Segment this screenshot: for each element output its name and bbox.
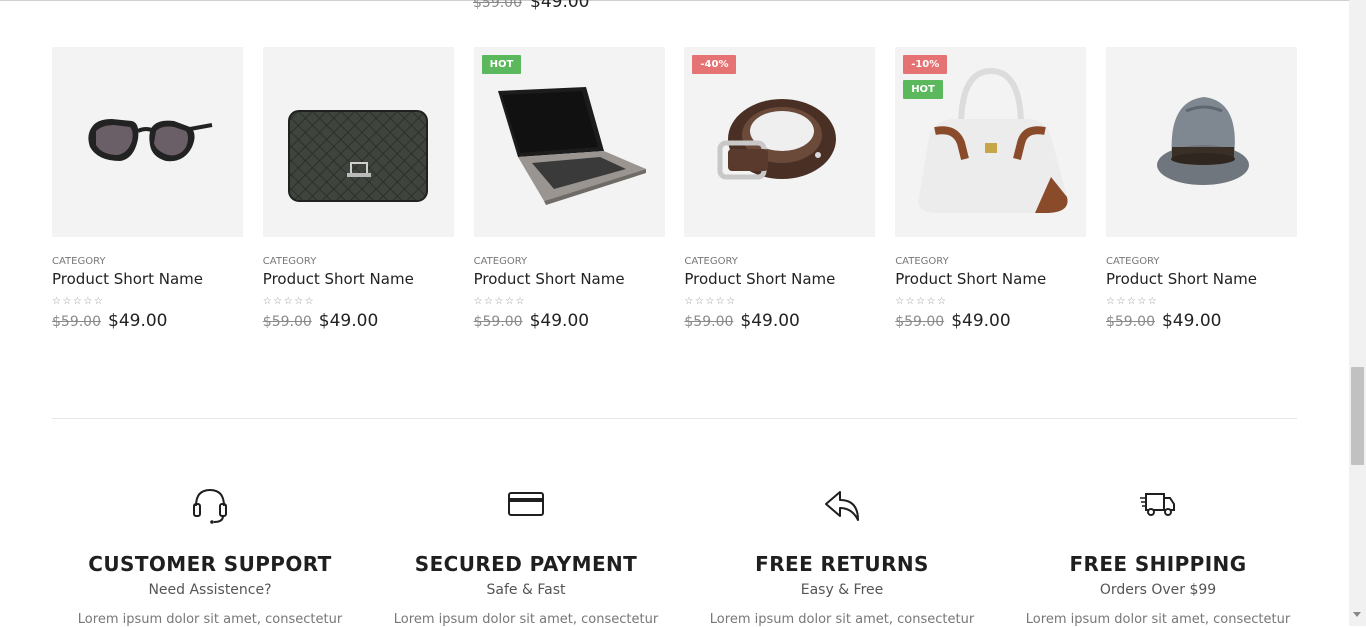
scroll-down-arrow-icon[interactable] [1353,612,1361,617]
new-price: $49.00 [529,311,590,331]
scrollbar-thumb[interactable] [1351,367,1364,465]
section-divider [52,418,1297,419]
product-prices: $59.00 $49.00 [474,311,665,331]
feature-text: Lorem ipsum dolor sit amet, consectetur [77,612,343,627]
feature-title: SECURED PAYMENT [414,552,638,576]
product-card[interactable]: CATEGORY Product Short Name ☆☆☆☆☆ $59.00… [52,47,243,331]
feature-subtitle: Orders Over $99 [1099,582,1217,598]
features-section: CUSTOMER SUPPORT Need Assistence? Lorem … [52,480,1316,627]
reply-arrow-icon [825,491,859,521]
rating-stars: ☆☆☆☆☆ [684,296,737,307]
rating-stars: ☆☆☆☆☆ [895,296,948,307]
old-price: $59.00 [473,314,523,330]
old-price: $59.00 [473,0,522,11]
new-price: $49.00 [108,311,168,331]
product-card[interactable]: CATEGORY Product Short Name ☆☆☆☆☆ $59.00… [1105,47,1297,331]
delivery-truck-icon [1140,493,1175,516]
product-image-handbag[interactable]: -10% HOT [895,47,1087,237]
credit-card-icon [508,492,544,516]
product-card[interactable]: CATEGORY Product Short Name ☆☆☆☆☆ $59.00… [262,47,454,331]
rating-stars: ☆☆☆☆☆ [262,296,316,307]
feature-title: FREE RETURNS [755,552,929,576]
product-prices: $59.00 $49.00 [263,311,454,331]
product-name[interactable]: Product Short Name [474,270,665,288]
feature-free-returns: FREE RETURNS Easy & Free Lorem ipsum dol… [684,480,1000,627]
hot-badge: HOT [903,80,943,99]
product-card[interactable]: -40% CATEGORY Product Short Name ☆☆☆☆☆ $… [684,47,876,331]
product-image-belt[interactable]: -40% [684,47,876,237]
discount-badge: -40% [692,55,737,74]
product-prices: $59.00 $49.00 [52,311,243,331]
feature-text: Lorem ipsum dolor sit amet, consectetur [709,612,975,627]
feature-free-shipping: FREE SHIPPING Orders Over $99 Lorem ipsu… [1000,480,1316,627]
rating-stars: ☆☆☆☆☆ [1105,296,1159,307]
product-card[interactable]: HOT CATEGORY Product Short Name ☆☆☆☆☆ $5… [473,47,665,331]
old-price: $59.00 [895,314,945,330]
old-price: $59.00 [1105,314,1155,330]
product-prices: $59.00 $49.00 [895,311,1086,331]
product-name[interactable]: Product Short Name [895,270,1086,288]
old-price: $59.00 [52,314,101,330]
product-category: CATEGORY [1105,256,1160,267]
old-price: $59.00 [684,314,734,330]
feature-subtitle: Need Assistence? [148,582,272,598]
product-name[interactable]: Product Short Name [52,270,243,288]
top-border [0,0,1349,1]
hot-badge: HOT [481,55,522,74]
product-image-fedora-hat[interactable] [1105,47,1297,237]
new-price: $49.00 [951,311,1011,331]
product-name[interactable]: Product Short Name [684,270,875,288]
feature-subtitle: Easy & Free [800,582,884,598]
product-category: CATEGORY [473,256,528,267]
new-price: $49.00 [318,311,379,331]
old-price: $59.00 [262,314,312,330]
product-category: CATEGORY [684,256,738,267]
product-name[interactable]: Product Short Name [263,270,454,288]
product-image-quilted-clutch[interactable] [262,47,454,237]
product-category: CATEGORY [895,256,949,267]
feature-text: Lorem ipsum dolor sit amet, consectetur [1025,612,1291,627]
product-prices: $59.00 $49.00 [1106,311,1297,331]
product-image-sunglasses[interactable] [52,47,243,237]
headset-icon [193,488,227,524]
product-category: CATEGORY [262,256,317,267]
feature-subtitle: Safe & Fast [486,582,566,598]
product-category: CATEGORY [52,256,106,267]
rating-stars: ☆☆☆☆☆ [52,296,105,307]
new-price: $49.00 [530,0,590,12]
partial-product-price: $59.00 $49.00 [473,0,589,12]
feature-title: FREE SHIPPING [1069,552,1247,576]
product-card[interactable]: -10% HOT CATEGORY Product Short Name ☆☆☆… [895,47,1087,331]
product-prices: $59.00 $49.00 [684,311,875,331]
feature-customer-support: CUSTOMER SUPPORT Need Assistence? Lorem … [52,480,368,627]
feature-title: CUSTOMER SUPPORT [88,552,332,576]
rating-stars: ☆☆☆☆☆ [473,296,526,307]
vertical-scrollbar[interactable] [1349,0,1366,626]
product-name[interactable]: Product Short Name [1106,270,1297,288]
feature-text: Lorem ipsum dolor sit amet, consectetur [393,612,659,627]
new-price: $49.00 [740,311,800,331]
discount-badge: -10% [903,55,948,74]
new-price: $49.00 [1161,311,1222,331]
feature-secured-payment: SECURED PAYMENT Safe & Fast Lorem ipsum … [368,480,684,627]
product-grid: CATEGORY Product Short Name ☆☆☆☆☆ $59.00… [52,47,1297,331]
product-image-laptop[interactable]: HOT [473,47,665,237]
